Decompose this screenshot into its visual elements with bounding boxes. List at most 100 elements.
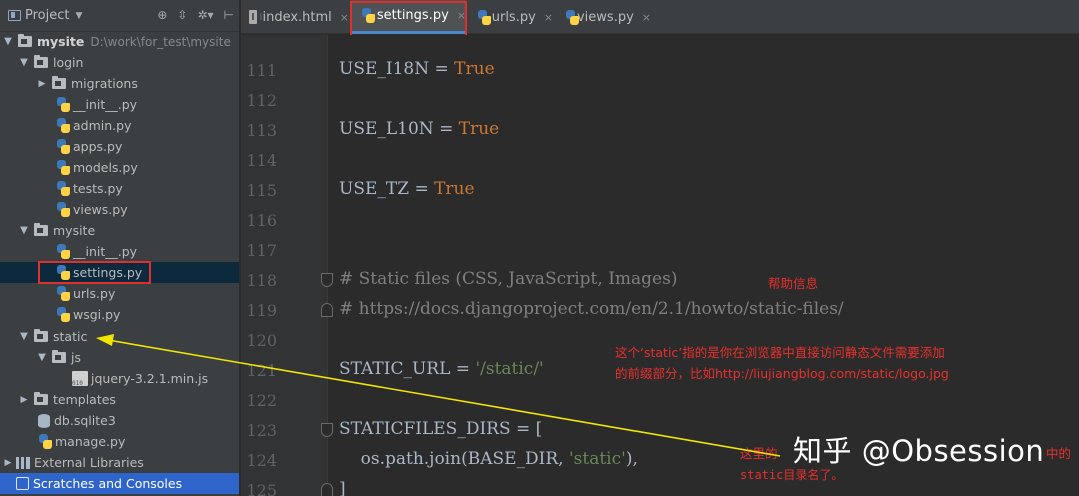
folder-icon <box>52 350 66 363</box>
project-panel-title[interactable]: Project <box>25 8 69 23</box>
python-file-icon <box>56 307 70 322</box>
code-token: # https://docs.djangoproject.com/en/2.1/… <box>339 299 844 319</box>
line-number: 115 <box>246 181 277 200</box>
project-panel-toolbar: ⊕ ⇳ ✲▾ ⊢ <box>157 8 234 22</box>
fold-marker-icon[interactable] <box>321 273 333 287</box>
close-icon[interactable]: × <box>340 11 349 24</box>
tree-item-file[interactable]: models.py <box>0 157 239 178</box>
tree-item-migrations[interactable]: ▶ migrations <box>0 73 239 94</box>
code-token: USE_I18N = <box>339 59 455 79</box>
code-line[interactable]: ] <box>339 479 346 496</box>
folder-icon <box>34 223 48 236</box>
tree-item-file[interactable]: __init__.py <box>0 241 239 262</box>
tab-urls-py[interactable]: urls.py × <box>467 0 553 34</box>
code-editor[interactable]: 111 112 113 114 115 116 117 118 119 120 121 122 123 1… <box>241 35 1079 496</box>
close-icon[interactable]: × <box>544 11 553 24</box>
hide-panel-icon[interactable]: ⊢ <box>224 8 234 22</box>
python-file-icon <box>56 244 70 259</box>
line-number: 112 <box>246 91 277 110</box>
code-line[interactable]: USE_L10N = True <box>339 119 499 139</box>
database-file-icon <box>38 413 50 428</box>
tree-item-file[interactable]: admin.py <box>0 115 239 136</box>
annotation-help-info: 帮助信息 <box>768 276 819 291</box>
python-file-icon <box>477 9 491 25</box>
fold-marker-icon[interactable] <box>321 303 333 317</box>
tree-item-login[interactable]: ▼ login <box>0 52 239 73</box>
code-token: True <box>434 179 475 199</box>
tree-item-label: mysite <box>37 34 85 49</box>
collapse-arrow-icon[interactable]: ▶ <box>18 395 30 405</box>
expand-arrow-icon[interactable]: ▼ <box>2 36 14 47</box>
tree-item-static[interactable]: ▼ static <box>0 326 239 347</box>
annotation-static-url-line-2: 的前缀部分，比如http://liujiangblog.com/static/l… <box>615 366 949 381</box>
code-line[interactable]: os.path.join(BASE_DIR, 'static'), <box>339 449 638 469</box>
tab-settings-py[interactable]: settings.py × <box>351 0 466 34</box>
chevron-down-icon[interactable]: ▼ <box>75 11 82 21</box>
tree-item-file[interactable]: db.sqlite3 <box>0 410 239 431</box>
locate-icon[interactable]: ⊕ <box>157 8 167 22</box>
expand-arrow-icon[interactable]: ▼ <box>18 331 30 342</box>
tree-item-scratches[interactable]: Scratches and Consoles <box>0 473 239 494</box>
gear-icon[interactable]: ✲▾ <box>197 8 213 22</box>
tree-item-label: login <box>53 55 84 70</box>
code-line[interactable]: USE_I18N = True <box>339 59 495 79</box>
python-file-icon <box>361 8 375 23</box>
close-icon[interactable]: × <box>642 11 651 24</box>
expand-arrow-icon[interactable]: ▼ <box>18 57 30 68</box>
zhihu-watermark: 知乎 @Obsession <box>793 434 1045 468</box>
folder-icon <box>18 34 32 47</box>
line-number: 111 <box>246 61 277 80</box>
tree-item-file[interactable]: manage.py <box>0 431 239 452</box>
line-number: 120 <box>246 331 277 350</box>
tree-item-file[interactable]: __init__.py <box>0 94 239 115</box>
folder-icon <box>34 329 48 342</box>
tree-item-mysite-root[interactable]: ▼ mysite D:\work\for_test\mysite <box>0 31 239 52</box>
python-file-icon <box>56 202 70 217</box>
tree-item-file[interactable]: views.py <box>0 199 239 220</box>
project-path: D:\work\for_test\mysite <box>90 34 231 49</box>
line-number: 117 <box>246 241 277 260</box>
code-line[interactable]: # https://docs.djangoproject.com/en/2.1/… <box>339 299 844 319</box>
line-number: 113 <box>246 121 277 140</box>
close-icon[interactable]: × <box>457 9 466 22</box>
tree-item-label: js <box>71 350 81 365</box>
project-panel-header: Project ▼ ⊕ ⇳ ✲▾ ⊢ <box>0 0 239 32</box>
tree-item-templates[interactable]: ▶ templates <box>0 389 239 410</box>
tree-item-label: apps.py <box>73 139 123 154</box>
tree-item-external-libraries[interactable]: ▶ External Libraries <box>0 452 239 473</box>
collapse-all-icon[interactable]: ⇳ <box>177 8 187 22</box>
tab-views-py[interactable]: views.py × <box>555 0 651 34</box>
folder-icon <box>52 76 66 89</box>
python-file-icon <box>56 160 70 175</box>
python-file-icon <box>56 265 70 280</box>
fold-marker-icon[interactable] <box>321 423 333 437</box>
tree-item-file[interactable]: tests.py <box>0 178 239 199</box>
python-file-icon <box>565 9 579 25</box>
tab-label: urls.py <box>491 9 536 25</box>
collapse-arrow-icon[interactable]: ▶ <box>36 79 48 89</box>
tree-item-label: Scratches and Consoles <box>33 476 183 491</box>
line-number: 123 <box>246 421 277 440</box>
expand-arrow-icon[interactable]: ▼ <box>18 225 30 236</box>
code-line[interactable]: # Static files (CSS, JavaScript, Images) <box>339 269 677 289</box>
code-line[interactable]: STATICFILES_DIRS = [ <box>339 419 542 439</box>
line-number: 119 <box>246 301 277 320</box>
tree-item-file[interactable]: wsgi.py <box>0 304 239 325</box>
tree-item-file[interactable]: jquery-3.2.1.min.js <box>0 368 239 389</box>
tree-item-js[interactable]: ▼ js <box>0 347 239 368</box>
line-number: 114 <box>246 151 277 170</box>
tab-index-html[interactable]: index.html × <box>241 0 349 34</box>
tab-label: settings.py <box>376 8 449 23</box>
code-line[interactable]: USE_TZ = True <box>339 179 475 199</box>
expand-arrow-icon[interactable]: ▼ <box>36 352 48 363</box>
collapse-arrow-icon[interactable]: ▶ <box>2 458 14 468</box>
line-number-gutter: 111 112 113 114 115 116 117 118 119 120 121 122 123 1… <box>241 35 328 496</box>
code-token: USE_TZ = <box>339 179 435 199</box>
tree-item-mysite-package[interactable]: ▼ mysite <box>0 220 239 241</box>
code-line[interactable]: STATIC_URL = '/static/' <box>339 359 544 379</box>
tree-item-file[interactable]: urls.py <box>0 283 239 304</box>
tree-item-settings[interactable]: settings.py <box>0 262 239 283</box>
editor-tab-bar: index.html × settings.py × urls.py × vie… <box>241 0 1079 38</box>
tree-item-file[interactable]: apps.py <box>0 136 239 157</box>
fold-marker-icon[interactable] <box>321 483 333 496</box>
